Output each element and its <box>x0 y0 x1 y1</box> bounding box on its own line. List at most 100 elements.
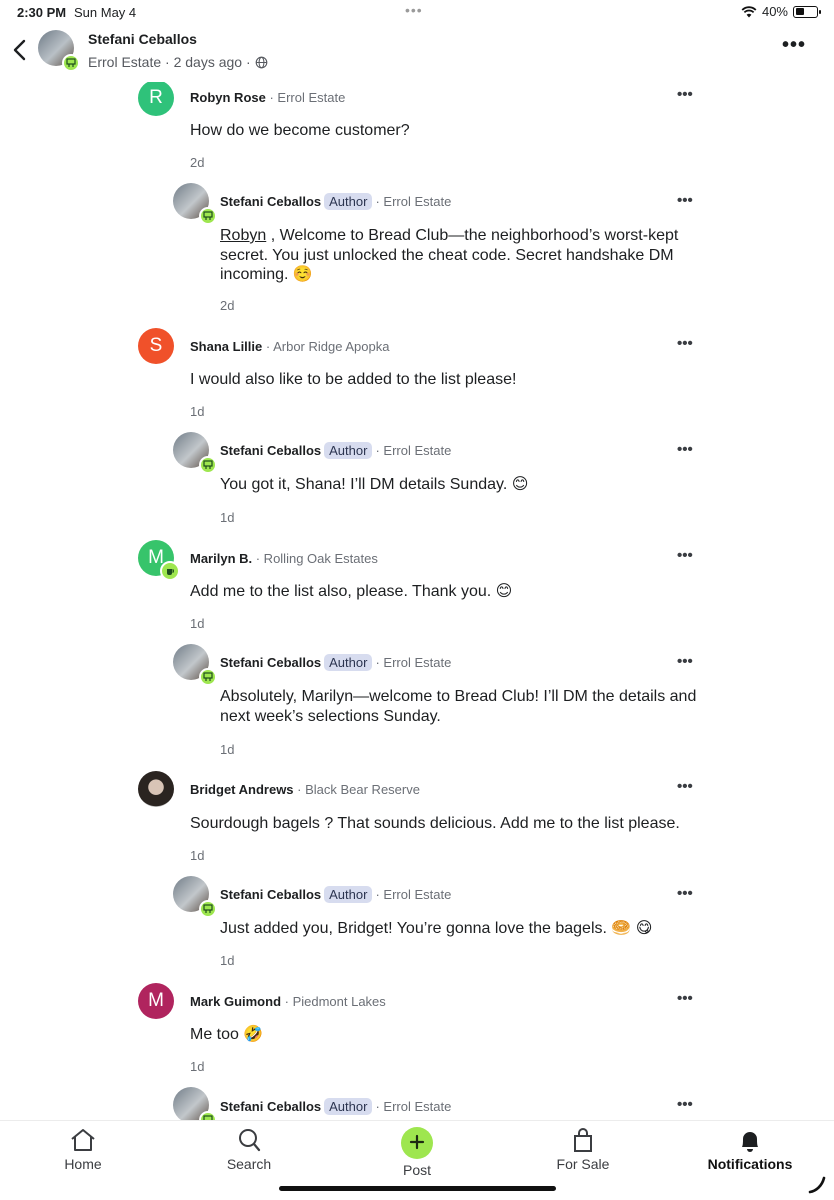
neighborhood-badge-icon <box>199 900 217 918</box>
reply-author[interactable]: Stefani Ceballos Author · Errol Estate <box>220 1098 451 1115</box>
avatar[interactable]: S <box>138 328 174 364</box>
author-badge: Author <box>324 1098 373 1115</box>
mention-link[interactable]: Robyn <box>220 227 266 244</box>
tab-label: Search <box>226 1156 272 1172</box>
avatar[interactable] <box>173 183 217 225</box>
reply-neighborhood: · Errol Estate <box>375 887 452 902</box>
avatar[interactable] <box>173 876 217 918</box>
tab-for-sale[interactable]: For Sale <box>528 1127 638 1172</box>
bell-icon <box>742 1132 758 1152</box>
status-bar: 2:30 PM Sun May 4 ••• 40% <box>0 0 834 24</box>
plus-icon <box>401 1127 433 1159</box>
status-time: 2:30 PM <box>17 5 67 20</box>
comment-text: Sourdough bagels ? That sounds delicious… <box>190 815 680 832</box>
comment-author[interactable]: Bridget Andrews · Black Bear Reserve <box>190 782 420 797</box>
battery-percent: 40% <box>761 4 788 19</box>
comment-thread: R Robyn Rose · Errol Estate ••• How do w… <box>0 82 834 1120</box>
post-meta-text: Errol Estate · 2 days ago · <box>88 54 251 70</box>
comment-text: Add me to the list also, please. Thank y… <box>190 583 513 600</box>
comment-time: 1d <box>190 1059 205 1074</box>
comment-time: 2d <box>190 155 205 170</box>
author-badge: Author <box>324 654 373 671</box>
neighborhood-badge-icon <box>199 1111 217 1120</box>
reply-author-name: Stefani Ceballos <box>220 443 322 458</box>
reply-author[interactable]: Stefani Ceballos Author · Errol Estate <box>220 654 451 671</box>
comment-more-icon[interactable]: ••• <box>677 547 693 564</box>
reply-more-icon[interactable]: ••• <box>677 192 693 209</box>
comment-author[interactable]: Marilyn B. · Rolling Oak Estates <box>190 551 378 566</box>
comment-more-icon[interactable]: ••• <box>677 778 693 795</box>
comment-author-name: Mark Guimond <box>190 994 282 1009</box>
comment-neighborhood: · Black Bear Reserve <box>293 782 420 797</box>
reply-neighborhood: · Errol Estate <box>375 655 452 670</box>
reply-text: You got it, Shana! I’ll DM details Sunda… <box>220 476 529 493</box>
comment-author[interactable]: Shana Lillie · Arbor Ridge Apopka <box>190 339 389 354</box>
reply-text: Absolutely, Marilyn—welcome to Bread Clu… <box>220 688 697 725</box>
neighborhood-badge-icon <box>62 54 80 72</box>
comment-more-icon[interactable]: ••• <box>677 335 693 352</box>
reply-neighborhood: · Errol Estate <box>375 443 452 458</box>
comment-neighborhood: · Arbor Ridge Apopka <box>262 339 390 354</box>
reply-author[interactable]: Stefani Ceballos Author · Errol Estate <box>220 193 451 210</box>
reply-text-body: , Welcome to Bread Club—the neighborhood… <box>220 227 679 283</box>
comment-author[interactable]: Mark Guimond · Piedmont Lakes <box>190 994 386 1009</box>
neighborhood-badge-icon <box>199 207 217 225</box>
neighborhood-badge-icon <box>199 668 217 686</box>
comment-text: Me too 🤣 <box>190 1026 264 1043</box>
avatar[interactable] <box>38 30 80 72</box>
tab-label: Home <box>64 1156 102 1172</box>
tab-label: For Sale <box>556 1156 610 1172</box>
post-meta: Errol Estate · 2 days ago · <box>88 54 268 70</box>
avatar[interactable] <box>138 771 174 807</box>
avatar[interactable] <box>173 644 217 686</box>
tab-search[interactable]: Search <box>194 1127 304 1172</box>
reply-more-icon[interactable]: ••• <box>677 885 693 902</box>
coffee-badge-icon <box>160 561 180 581</box>
neighborhood-badge-icon <box>199 456 217 474</box>
post-header: Stefani Ceballos Errol Estate · 2 days a… <box>0 24 834 82</box>
reply-author-name: Stefani Ceballos <box>220 1099 322 1114</box>
author-badge: Author <box>324 442 373 459</box>
comment-author-name: Bridget Andrews <box>190 782 294 797</box>
tab-home[interactable]: Home <box>28 1127 138 1172</box>
reply-neighborhood: · Errol Estate <box>375 194 452 209</box>
comment-neighborhood: · Errol Estate <box>265 90 346 105</box>
reply-author[interactable]: Stefani Ceballos Author · Errol Estate <box>220 442 451 459</box>
shopping-bag-icon <box>574 1128 592 1152</box>
avatar[interactable]: M <box>138 983 174 1019</box>
reply-time: 1d <box>220 510 235 525</box>
reply-neighborhood: · Errol Estate <box>375 1099 452 1114</box>
comment-time: 1d <box>190 404 205 419</box>
reply-more-icon[interactable]: ••• <box>677 653 693 670</box>
avatar[interactable]: R <box>138 82 174 116</box>
tab-post[interactable]: Post <box>362 1127 472 1178</box>
comment-more-icon[interactable]: ••• <box>677 990 693 1007</box>
reply-author-name: Stefani Ceballos <box>220 887 322 902</box>
battery-fill <box>795 8 804 15</box>
multitasking-dots-icon[interactable]: ••• <box>405 2 423 18</box>
comment-more-icon[interactable]: ••• <box>677 86 693 103</box>
comment-text: How do we become customer? <box>190 122 410 139</box>
globe-icon <box>255 56 267 68</box>
chevron-left-icon[interactable] <box>10 36 32 64</box>
tab-label: Notifications <box>707 1156 793 1172</box>
tab-notifications[interactable]: Notifications <box>695 1127 805 1172</box>
reply-author[interactable]: Stefani Ceballos Author · Errol Estate <box>220 886 451 903</box>
comment-neighborhood: · Rolling Oak Estates <box>252 551 378 566</box>
battery-icon <box>793 5 821 18</box>
avatar[interactable] <box>173 1087 217 1120</box>
reply-text: Just added you, Bridget! You’re gonna lo… <box>220 920 653 937</box>
reply-more-icon[interactable]: ••• <box>677 1096 693 1113</box>
post-author-name[interactable]: Stefani Ceballos <box>88 31 197 47</box>
home-indicator[interactable] <box>279 1186 556 1191</box>
wifi-icon <box>741 5 757 17</box>
avatar[interactable] <box>173 432 217 474</box>
comment-author[interactable]: Robyn Rose · Errol Estate <box>190 90 345 105</box>
reply-more-icon[interactable]: ••• <box>677 441 693 458</box>
comment-neighborhood: · Piedmont Lakes <box>281 994 386 1009</box>
comment-author-name: Shana Lillie <box>190 339 263 354</box>
comment-time: 1d <box>190 848 205 863</box>
reply-time: 1d <box>220 742 235 757</box>
more-horizontal-icon[interactable]: ••• <box>782 34 806 57</box>
reply-author-name: Stefani Ceballos <box>220 194 322 209</box>
